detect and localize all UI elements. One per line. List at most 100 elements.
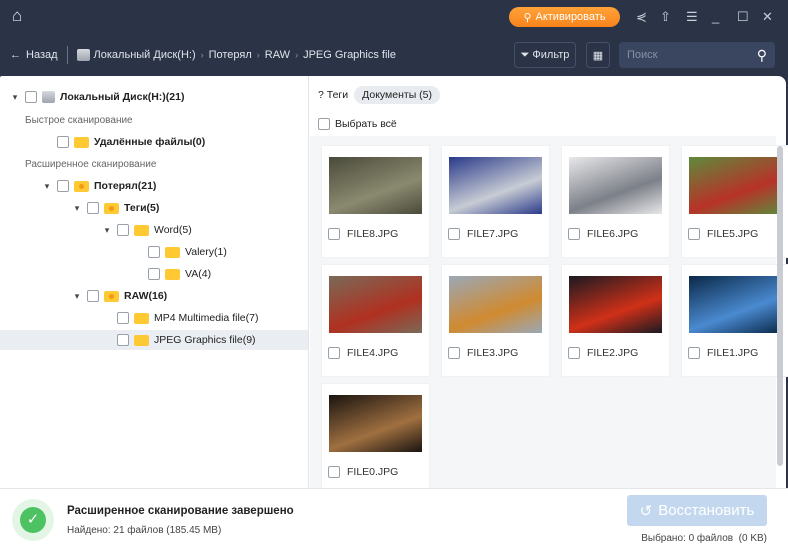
tree-item-word[interactable]: ▾ Word(5) bbox=[102, 220, 192, 240]
file-name: FILE7.JPG bbox=[467, 228, 519, 240]
file-thumbnail bbox=[449, 276, 542, 333]
file-name: FILE5.JPG bbox=[707, 228, 759, 240]
drive-icon bbox=[76, 49, 90, 61]
file-card[interactable]: FILE5.JPG bbox=[682, 146, 788, 257]
file-grid: FILE8.JPG FILE7.JPG FILE6.JPG FILE5.JPG … bbox=[310, 136, 788, 495]
share-icon[interactable]: ⋞ bbox=[636, 9, 647, 25]
status-title: Расширенное сканирование завершено bbox=[67, 505, 294, 517]
tree-item-valery[interactable]: Valery(1) bbox=[148, 242, 227, 262]
file-name: FILE3.JPG bbox=[467, 347, 519, 359]
checkbox[interactable] bbox=[117, 312, 129, 324]
checkbox[interactable] bbox=[117, 334, 129, 346]
file-card[interactable]: FILE6.JPG bbox=[562, 146, 669, 257]
crumb-jpeg[interactable]: JPEG Graphics file bbox=[303, 49, 396, 61]
file-thumbnail bbox=[329, 395, 422, 452]
select-all[interactable]: Выбрать всё bbox=[318, 114, 397, 134]
folder-icon bbox=[165, 268, 180, 280]
tree-item-lost[interactable]: ▾ Потерял(21) bbox=[42, 176, 156, 196]
crumb-raw[interactable]: RAW bbox=[265, 49, 290, 61]
file-name: FILE2.JPG bbox=[587, 347, 639, 359]
file-card[interactable]: FILE8.JPG bbox=[322, 146, 429, 257]
tree-item-raw[interactable]: ▾ RAW(16) bbox=[72, 286, 167, 306]
scrollbar-thumb[interactable] bbox=[777, 146, 783, 466]
checkbox[interactable] bbox=[448, 228, 460, 240]
breadcrumb: ← Назад Локальный Диск(H:) › Потерял › RAW ›… bbox=[10, 44, 396, 66]
maximize-icon[interactable]: ☐ bbox=[737, 9, 749, 25]
checkbox[interactable] bbox=[87, 202, 99, 214]
file-card[interactable]: FILE0.JPG bbox=[322, 384, 429, 495]
tree-item-jpeg[interactable]: JPEG Graphics file(9) bbox=[0, 330, 308, 350]
file-view: ? Теги Документы (5) Выбрать всё FILE8.J… bbox=[310, 76, 788, 495]
checkbox[interactable] bbox=[328, 466, 340, 478]
tab-tags[interactable]: ? Теги bbox=[318, 89, 348, 101]
crumb-drive[interactable]: Локальный Диск(H:) bbox=[94, 49, 196, 61]
home-icon[interactable]: ⌂ bbox=[12, 6, 22, 26]
folder-icon bbox=[104, 290, 119, 302]
grid-icon: ▦ bbox=[592, 49, 604, 62]
checkbox[interactable] bbox=[568, 347, 580, 359]
file-card[interactable]: FILE3.JPG bbox=[442, 265, 549, 376]
scrollbar[interactable] bbox=[776, 140, 784, 480]
tree-item-va[interactable]: VA(4) bbox=[148, 264, 211, 284]
search-icon[interactable]: ⚲ bbox=[757, 47, 767, 64]
file-name: FILE8.JPG bbox=[347, 228, 399, 240]
checkbox[interactable] bbox=[57, 136, 69, 148]
filter-button[interactable]: ⏷ Фильтр bbox=[514, 42, 576, 68]
upload-icon[interactable]: ⇧ bbox=[660, 9, 671, 25]
file-thumbnail bbox=[449, 157, 542, 214]
folder-icon bbox=[134, 334, 149, 346]
checkbox[interactable] bbox=[448, 347, 460, 359]
tree-item-root[interactable]: ▾ Локальный Диск(H:)(21) bbox=[10, 87, 184, 107]
checkbox[interactable] bbox=[87, 290, 99, 302]
file-thumbnail bbox=[329, 157, 422, 214]
checkbox[interactable] bbox=[688, 347, 700, 359]
selected-count: Выбрано: 0 файлов (0 KB) bbox=[641, 533, 767, 544]
tree-item-mp4[interactable]: MP4 Multimedia file(7) bbox=[117, 308, 258, 328]
menu-icon[interactable]: ☰ bbox=[686, 9, 698, 25]
checkbox[interactable] bbox=[148, 246, 160, 258]
crumb-lost[interactable]: Потерял bbox=[209, 49, 252, 61]
checkbox[interactable] bbox=[688, 228, 700, 240]
checkbox[interactable] bbox=[148, 268, 160, 280]
file-thumbnail bbox=[569, 276, 662, 333]
checkbox[interactable] bbox=[328, 347, 340, 359]
activate-button[interactable]: ⚲ Активировать bbox=[509, 7, 620, 27]
file-card[interactable]: FILE7.JPG bbox=[442, 146, 549, 257]
back-button[interactable]: ← Назад bbox=[10, 49, 58, 61]
arrow-left-icon: ← bbox=[10, 49, 21, 61]
checkbox[interactable] bbox=[57, 180, 69, 192]
file-card[interactable]: FILE4.JPG bbox=[322, 265, 429, 376]
file-name: FILE0.JPG bbox=[347, 466, 399, 478]
main-panel: ▾ Локальный Диск(H:)(21) Быстрое сканиров… bbox=[0, 76, 788, 495]
minimize-icon[interactable]: _ bbox=[712, 9, 719, 24]
close-icon[interactable]: ✕ bbox=[762, 9, 773, 25]
found-count: Найдено: 21 файлов (185.45 MB) bbox=[67, 525, 222, 536]
section-quick-scan: Быстрое сканирование bbox=[25, 114, 133, 126]
section-deep-scan: Расширенное сканирование bbox=[25, 158, 157, 170]
folder-icon bbox=[74, 136, 89, 148]
key-icon: ⚲ bbox=[523, 11, 532, 24]
question-icon: ? bbox=[318, 89, 324, 101]
checkbox[interactable] bbox=[117, 224, 129, 236]
view-tabs: ? Теги Документы (5) bbox=[318, 86, 441, 104]
file-card[interactable]: FILE1.JPG bbox=[682, 265, 788, 376]
search-input[interactable] bbox=[627, 49, 737, 61]
file-name: FILE1.JPG bbox=[707, 347, 759, 359]
file-thumbnail bbox=[569, 157, 662, 214]
view-toggle-button[interactable]: ▦ bbox=[586, 42, 610, 68]
search-box: ⚲ bbox=[619, 42, 775, 68]
folder-icon bbox=[134, 224, 149, 236]
funnel-icon: ⏷ bbox=[520, 48, 530, 61]
file-thumbnail bbox=[689, 276, 782, 333]
tree-item-deleted[interactable]: Удалённые файлы(0) bbox=[57, 132, 205, 152]
checkbox[interactable] bbox=[25, 91, 37, 103]
file-name: FILE4.JPG bbox=[347, 347, 399, 359]
file-thumbnail bbox=[329, 276, 422, 333]
checkbox[interactable] bbox=[318, 118, 330, 130]
restore-button[interactable]: ↺ Восстановить bbox=[627, 495, 767, 526]
checkbox[interactable] bbox=[568, 228, 580, 240]
file-card[interactable]: FILE2.JPG bbox=[562, 265, 669, 376]
checkbox[interactable] bbox=[328, 228, 340, 240]
tab-documents[interactable]: Документы (5) bbox=[354, 86, 441, 104]
tree-item-tags[interactable]: ▾ Теги(5) bbox=[72, 198, 159, 218]
